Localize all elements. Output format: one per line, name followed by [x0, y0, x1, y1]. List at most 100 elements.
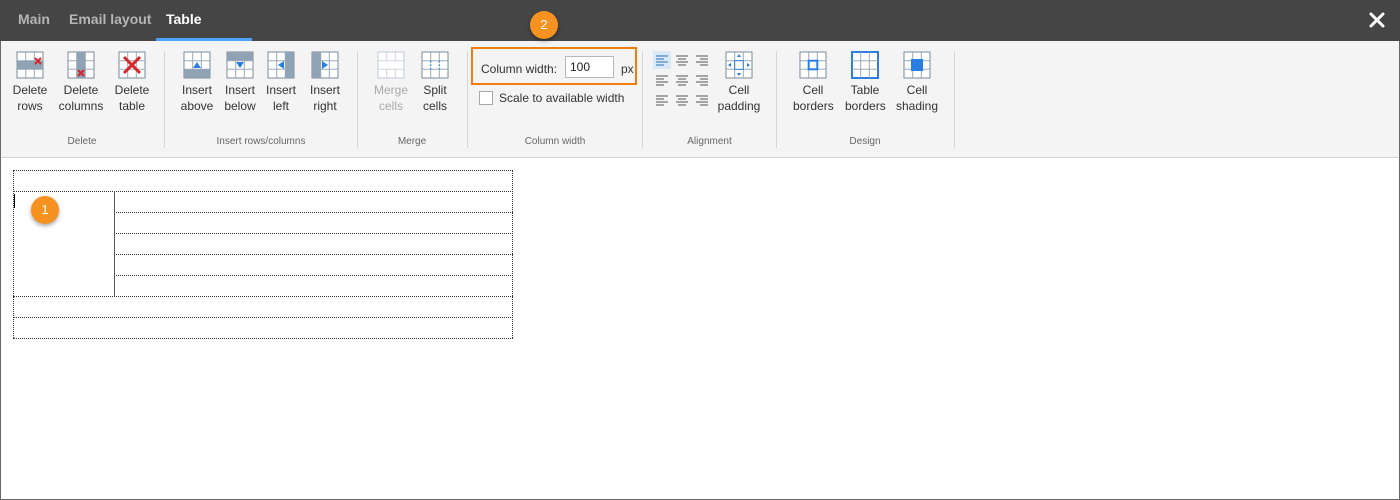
table-line	[114, 191, 115, 296]
align-middle-left-icon[interactable]	[653, 71, 671, 89]
cell-shading-icon	[903, 51, 931, 79]
delete-rows-label-2: rows	[17, 99, 43, 113]
delete-table-label-2: table	[118, 99, 146, 113]
split-cells-icon	[421, 51, 449, 79]
align-middle-center-icon[interactable]	[673, 71, 691, 89]
merge-group-label: Merge	[397, 136, 427, 147]
separator	[954, 51, 955, 148]
table-line	[114, 233, 513, 234]
close-icon[interactable]	[1368, 11, 1386, 29]
merge-cells-label-2: cells	[378, 99, 403, 113]
delete-columns-button[interactable]: Delete columns	[57, 51, 105, 114]
delete-columns-label-2: columns	[58, 99, 104, 113]
table-borders-label-2: borders	[845, 99, 886, 113]
merge-cells-label-1: Merge	[373, 83, 408, 97]
delete-group: Delete rows Delete columns Delete table …	[1, 41, 163, 158]
insert-above-label-1: Insert	[181, 83, 212, 97]
cell-borders-label-1: Cell	[802, 83, 824, 97]
insert-group: Insert above Insert below Insert left In…	[165, 41, 357, 158]
align-bottom-right-icon[interactable]	[693, 91, 711, 109]
cell-shading-label-1: Cell	[906, 83, 928, 97]
table-borders-button[interactable]: Table borders	[845, 51, 886, 114]
insert-above-icon	[183, 51, 211, 79]
cell-padding-label-1: Cell	[728, 83, 750, 97]
insert-right-label-1: Insert	[309, 83, 340, 97]
insert-right-label-2: right	[313, 99, 337, 113]
insert-left-label-2: left	[272, 99, 289, 113]
cell-shading-label-2: shading	[895, 99, 939, 113]
insert-left-icon	[267, 51, 295, 79]
merge-group: Merge cells Split cells Merge	[358, 41, 466, 158]
table-line	[114, 275, 513, 276]
table-line	[512, 170, 513, 338]
callout-badge-1: 1	[31, 196, 59, 224]
table-line	[114, 254, 513, 255]
editor-area[interactable]	[1, 159, 1399, 499]
delete-rows-icon	[16, 51, 44, 79]
scale-to-width-label: Scale to available width	[499, 91, 625, 105]
align-bottom-left-icon[interactable]	[653, 91, 671, 109]
cell-shading-button[interactable]: Cell shading	[895, 51, 939, 114]
table-line	[13, 191, 513, 192]
split-cells-label-1: Split	[423, 83, 447, 97]
column-width-label: Column width:	[481, 62, 558, 76]
ribbon-toolbar: Delete rows Delete columns Delete table …	[1, 41, 1399, 158]
cell-padding-icon	[725, 51, 753, 79]
insert-below-label-2: below	[224, 99, 256, 113]
delete-table-button[interactable]: Delete table	[113, 51, 151, 114]
cell-borders-icon	[799, 51, 827, 79]
cell-borders-button[interactable]: Cell borders	[793, 51, 834, 114]
insert-group-label: Insert rows/columns	[216, 136, 306, 147]
split-cells-label-2: cells	[422, 99, 447, 113]
callout-badge-2: 2	[530, 11, 558, 39]
scale-to-width-checkbox[interactable]	[479, 91, 493, 105]
tab-email-layout[interactable]: Email layout	[59, 0, 161, 41]
column-width-group-label: Column width	[524, 136, 586, 147]
split-cells-button[interactable]: Split cells	[418, 51, 452, 114]
align-top-center-icon[interactable]	[673, 51, 691, 69]
design-group: Cell borders Table borders Cell shading …	[777, 41, 953, 158]
top-bar: Main Email layout Table layout	[0, 0, 1400, 65]
delete-columns-icon	[67, 51, 95, 79]
insert-right-icon	[311, 51, 339, 79]
cell-borders-label-2: borders	[793, 99, 834, 113]
alignment-grid	[653, 51, 711, 109]
table-borders-label-1: Table	[850, 83, 880, 97]
insert-right-button[interactable]: Insert right	[307, 51, 343, 114]
insert-below-label-1: Insert	[224, 83, 255, 97]
column-width-unit: px	[621, 62, 634, 76]
insert-above-button[interactable]: Insert above	[178, 51, 216, 114]
align-bottom-center-icon[interactable]	[673, 91, 691, 109]
column-width-input[interactable]	[565, 56, 614, 78]
align-top-left-icon[interactable]	[653, 51, 671, 69]
table-line	[13, 338, 513, 339]
merge-cells-icon	[377, 51, 405, 79]
align-top-right-icon[interactable]	[693, 51, 711, 69]
merge-cells-button[interactable]: Merge cells	[372, 51, 410, 114]
delete-rows-label-1: Delete	[12, 83, 48, 97]
table-line	[13, 317, 513, 318]
cell-padding-label-2: padding	[717, 99, 761, 113]
delete-rows-button[interactable]: Delete rows	[11, 51, 49, 114]
insert-below-icon	[226, 51, 254, 79]
alignment-group-label: Alignment	[687, 136, 732, 147]
insert-left-label-1: Insert	[265, 83, 296, 97]
text-caret	[14, 194, 15, 208]
insert-below-button[interactable]: Insert below	[221, 51, 259, 114]
table-line	[114, 212, 513, 213]
delete-columns-label-1: Delete	[63, 83, 99, 97]
table-line	[13, 170, 513, 171]
tab-main[interactable]: Main	[8, 0, 60, 41]
insert-left-button[interactable]: Insert left	[264, 51, 298, 114]
delete-group-label: Delete	[67, 136, 97, 147]
tab-table-layout[interactable]: Table layout	[156, 0, 252, 65]
delete-table-icon	[118, 51, 146, 79]
table-borders-icon	[851, 51, 879, 79]
align-middle-right-icon[interactable]	[693, 71, 711, 89]
delete-table-label-1: Delete	[114, 83, 150, 97]
cell-padding-button[interactable]: Cell padding	[715, 51, 763, 114]
table-line	[13, 296, 513, 297]
design-group-label: Design	[849, 136, 881, 147]
insert-above-label-2: above	[180, 99, 214, 113]
column-width-highlight: Column width: px	[471, 47, 637, 85]
